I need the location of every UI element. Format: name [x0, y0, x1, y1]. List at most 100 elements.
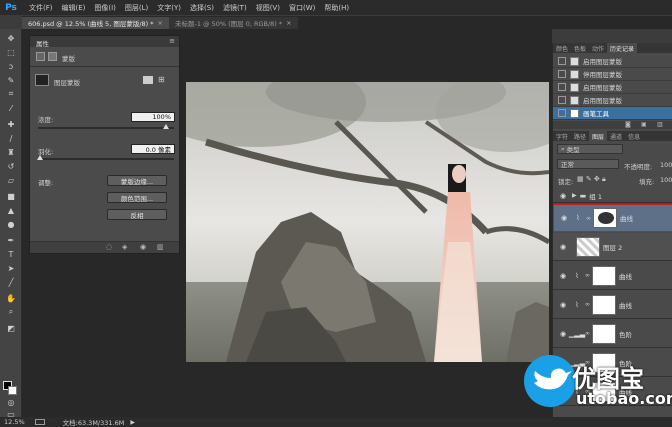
pixel-mask-icon[interactable] — [36, 52, 45, 61]
link-icon[interactable]: ∞ — [586, 215, 591, 222]
clone-stamp-tool-icon[interactable]: ♜ — [5, 147, 17, 157]
lasso-tool-icon[interactable]: ↄ — [5, 61, 17, 71]
eyedropper-tool-icon[interactable]: ⁄ — [5, 103, 17, 113]
camera-icon[interactable]: ▣ — [641, 121, 647, 128]
zoom-tool-icon[interactable]: ⌕ — [5, 307, 17, 317]
zoom-level[interactable]: 12.5% — [4, 418, 25, 426]
line-tool-icon[interactable]: ╱ — [5, 277, 17, 287]
history-snapshot-box[interactable] — [558, 109, 566, 117]
eye-icon[interactable]: ◉ — [559, 214, 569, 222]
info-icon[interactable] — [34, 419, 45, 425]
menu-select[interactable]: 选择(S) — [190, 3, 214, 13]
type-tool-icon[interactable]: T — [5, 249, 17, 259]
menu-edit[interactable]: 编辑(E) — [62, 3, 86, 13]
close-icon[interactable]: × — [158, 19, 163, 27]
load-selection-icon[interactable]: ◌ — [106, 243, 112, 251]
tab-actions[interactable]: 动作 — [589, 43, 607, 53]
layer-mask-thumbnail[interactable] — [592, 265, 616, 286]
eye-icon[interactable]: ◉ — [558, 330, 568, 338]
default-colors-icon[interactable]: ◩ — [5, 323, 17, 333]
invert-button[interactable]: 反相 — [107, 209, 167, 220]
lock-pixels-icon[interactable]: ▦ ✎ ✥ 🔒︎ — [577, 175, 606, 184]
select-mask-icon[interactable] — [143, 76, 153, 84]
link-icon[interactable]: ∞ — [585, 330, 590, 337]
menu-window[interactable]: 窗口(W) — [289, 3, 315, 13]
apply-mask-icon[interactable]: ◈ — [122, 243, 127, 251]
document-canvas[interactable] — [186, 82, 549, 362]
gradient-tool-icon[interactable]: ■ — [5, 191, 17, 201]
slider-handle-icon[interactable] — [37, 155, 43, 160]
color-range-button[interactable]: 颜色范围... — [107, 192, 167, 203]
layer-row[interactable]: ◉ ⌇ ∞ 曲线 — [553, 291, 672, 319]
expand-arrow-icon[interactable]: ▶ — [572, 192, 577, 199]
snapshot-icon[interactable]: ◙ — [625, 121, 631, 128]
vector-mask-icon[interactable] — [48, 52, 57, 61]
tab-doc-606[interactable]: 606.psd @ 12.5% (曲线 5, 图层蒙版/8) * × — [22, 17, 169, 29]
fill-value[interactable]: 100 — [660, 176, 672, 184]
eye-icon[interactable]: ◉ — [558, 272, 568, 280]
quick-mask-icon[interactable]: ◎ — [5, 397, 17, 407]
layer-row[interactable]: ◉ ⌇ ∞ 曲线 — [553, 262, 672, 290]
eraser-tool-icon[interactable]: ▱ — [5, 175, 17, 185]
close-icon[interactable]: × — [286, 19, 291, 27]
history-brush-tool-icon[interactable]: ↺ — [5, 161, 17, 171]
history-item-active[interactable]: 画笔工具 — [553, 107, 672, 120]
tab-doc-untitled[interactable]: 未标题-1 @ 50% (图层 0, RGB/8) * × — [168, 17, 298, 29]
status-arrow-icon[interactable]: ▶ — [130, 419, 135, 426]
history-snapshot-box[interactable] — [558, 83, 566, 91]
dodge-tool-icon[interactable]: ● — [5, 219, 17, 229]
eye-icon[interactable]: ◉ — [558, 192, 568, 200]
tab-channels[interactable]: 通道 — [607, 131, 625, 141]
feather-field[interactable]: 0.0 像素 — [131, 144, 175, 154]
tab-swatches[interactable]: 色板 — [571, 43, 589, 53]
eye-icon[interactable]: ◉ — [558, 243, 568, 251]
tab-paths[interactable]: 路径 — [571, 131, 589, 141]
menu-filter[interactable]: 滤镜(T) — [223, 3, 247, 13]
blur-tool-icon[interactable]: ▲ — [5, 205, 17, 215]
healing-brush-tool-icon[interactable]: ✚ — [5, 119, 17, 129]
opacity-value[interactable]: 100 — [660, 161, 672, 169]
history-snapshot-box[interactable] — [558, 70, 566, 78]
hand-tool-icon[interactable]: ✋ — [5, 293, 17, 303]
history-snapshot-box[interactable] — [558, 57, 566, 65]
marquee-tool-icon[interactable]: ⬚ — [5, 47, 17, 57]
menu-layer[interactable]: 图层(L) — [125, 3, 148, 13]
tab-layers[interactable]: 图层 — [589, 131, 608, 141]
layer-mask-thumbnail[interactable] — [592, 323, 616, 344]
properties-panel-header[interactable]: 属性 ≡ — [30, 36, 179, 48]
vector-add-icon[interactable]: ⊞ — [158, 75, 165, 84]
blend-mode-select[interactable]: 正常 — [557, 159, 619, 169]
trash-icon[interactable]: ▥ — [157, 243, 164, 251]
feather-slider[interactable] — [38, 158, 174, 160]
density-field[interactable]: 100% — [131, 112, 175, 122]
history-item[interactable]: 启用图层蒙版 — [553, 94, 672, 107]
tab-info[interactable]: 信息 — [625, 131, 643, 141]
tab-color[interactable]: 颜色 — [553, 43, 571, 53]
menu-type[interactable]: 文字(Y) — [157, 3, 181, 13]
crop-tool-icon[interactable]: ⌗ — [5, 89, 17, 99]
mask-edge-button[interactable]: 蒙版边缘... — [107, 175, 167, 186]
layer-row-selected[interactable]: ◉ ⌇ ∞ 曲线 — [553, 204, 672, 232]
panel-menu-icon[interactable]: ≡ — [169, 37, 175, 45]
pen-tool-icon[interactable]: ✒ — [5, 235, 17, 245]
history-item[interactable]: 启用图层蒙版 — [553, 55, 672, 68]
slider-handle-icon[interactable] — [163, 124, 169, 129]
layer-row-group[interactable]: ◉ ▶ ▬ 组 1 — [553, 189, 672, 203]
layer-mask-thumbnail[interactable] — [592, 294, 616, 315]
path-select-tool-icon[interactable]: ➤ — [5, 263, 17, 273]
brush-tool-icon[interactable]: ∕ — [5, 133, 17, 143]
link-icon[interactable]: ∞ — [585, 272, 590, 279]
link-icon[interactable]: ∞ — [585, 301, 590, 308]
history-item[interactable]: 停用图层蒙版 — [553, 68, 672, 81]
layer-row[interactable]: ◉ ▁▂▃ ∞ 色阶 — [553, 320, 672, 348]
history-snapshot-box[interactable] — [558, 96, 566, 104]
history-item[interactable]: 启用图层蒙版 — [553, 81, 672, 94]
layer-mask-thumbnail[interactable] — [593, 208, 617, 228]
density-slider[interactable] — [38, 127, 174, 129]
eye-icon[interactable]: ◉ — [558, 301, 568, 309]
quick-select-tool-icon[interactable]: ✎ — [5, 75, 17, 85]
tab-character[interactable]: 字符 — [553, 131, 571, 141]
menu-view[interactable]: 视图(V) — [256, 3, 280, 13]
menu-image[interactable]: 图像(I) — [94, 3, 116, 13]
trash-icon[interactable]: ▥ — [657, 121, 663, 128]
